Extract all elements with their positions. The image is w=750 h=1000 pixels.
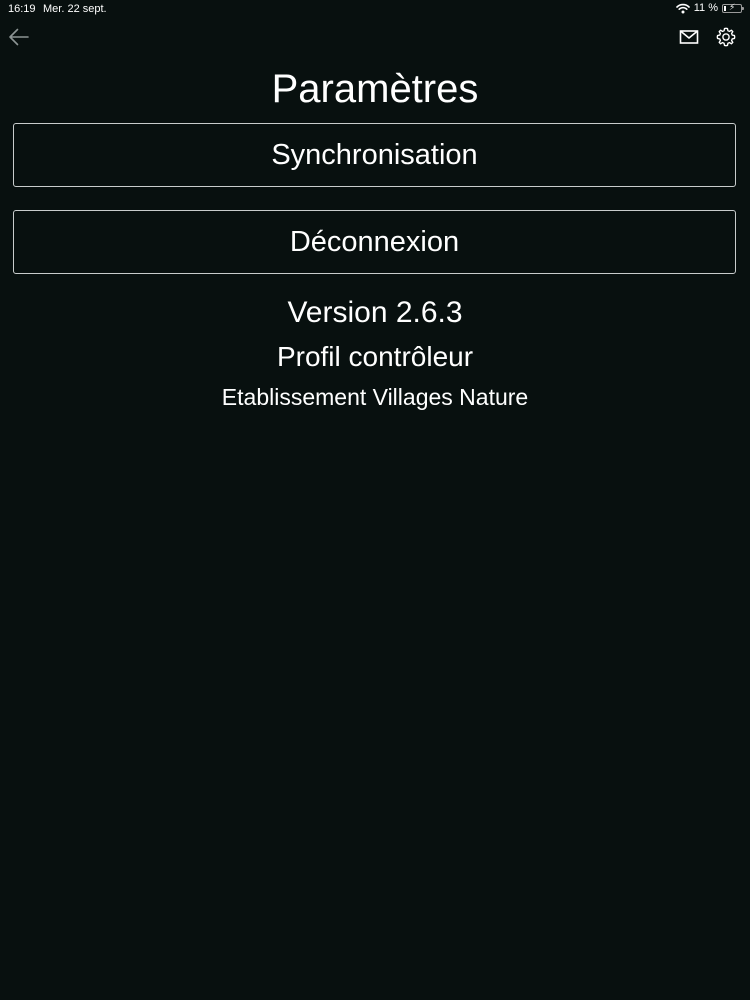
battery-nub — [742, 6, 744, 10]
status-bar: 16:19 Mer. 22 sept. 11 % ⚡ — [0, 0, 750, 20]
arrow-left-icon — [9, 28, 29, 46]
profile-text: Profil contrôleur — [276, 341, 474, 372]
page-title: Paramètres — [271, 67, 479, 111]
battery-fill — [724, 5, 726, 11]
charging-bolt-icon: ⚡ — [729, 1, 736, 12]
gear-icon — [716, 27, 736, 47]
back-button[interactable] — [8, 27, 30, 47]
establishment-text: Etablissement Villages Nature — [221, 384, 529, 410]
version-text: Version 2.6.3 — [287, 296, 463, 329]
battery-percent: 11 % — [693, 2, 718, 14]
logout-button[interactable]: Déconnexion — [13, 210, 736, 274]
mail-icon — [679, 30, 699, 44]
settings-button[interactable] — [715, 26, 737, 48]
mail-button[interactable] — [679, 28, 699, 46]
status-date: Mer. 22 sept. — [43, 3, 107, 15]
wifi-icon — [675, 3, 690, 13]
status-time: 16:19 — [8, 3, 36, 15]
synchronisation-button[interactable]: Synchronisation — [13, 123, 736, 187]
settings-screen: 16:19 Mer. 22 sept. 11 % ⚡ Paramètres Sy… — [0, 0, 750, 1000]
battery-icon: ⚡ — [722, 1, 744, 13]
status-indicators: 11 % ⚡ — [675, 1, 744, 14]
